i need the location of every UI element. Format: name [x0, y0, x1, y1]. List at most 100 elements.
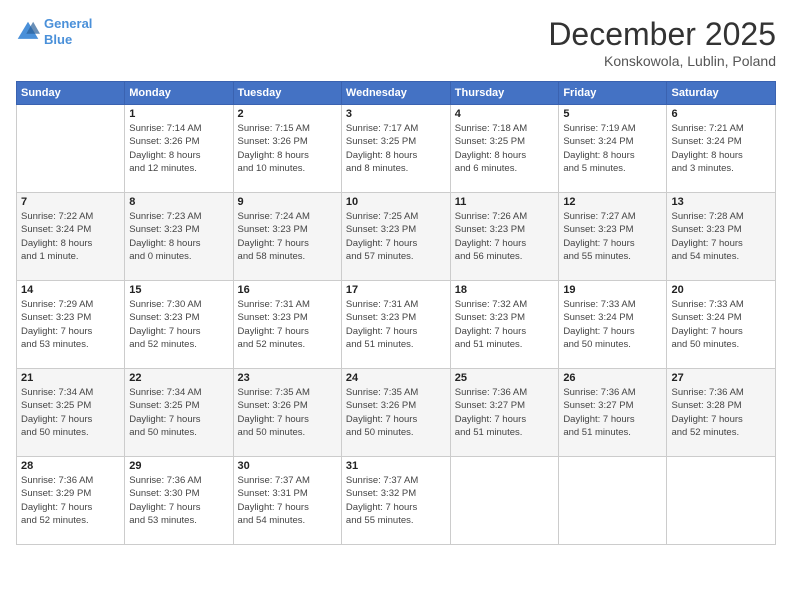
subtitle: Konskowola, Lublin, Poland — [548, 53, 776, 69]
table-row — [667, 457, 776, 545]
day-info: Sunrise: 7:24 AMSunset: 3:23 PMDaylight:… — [238, 210, 337, 263]
table-row: 14Sunrise: 7:29 AMSunset: 3:23 PMDayligh… — [17, 281, 125, 369]
logo-line1: General — [44, 16, 92, 31]
day-number: 7 — [21, 196, 120, 208]
table-row: 30 Sunrise: 7:37 AMSunset: 3:31 PMDayligh… — [233, 457, 341, 545]
table-row: 19 Sunrise: 7:33 AMSunset: 3:24 PMDayligh… — [559, 281, 667, 369]
col-saturday: Saturday — [667, 82, 776, 105]
col-wednesday: Wednesday — [341, 82, 450, 105]
table-row: 31Sunrise: 7:37 AMSunset: 3:32 PMDayligh… — [341, 457, 450, 545]
day-number: 22 — [129, 372, 228, 384]
day-number: 8 — [129, 196, 228, 208]
table-row: 15Sunrise: 7:30 AMSunset: 3:23 PMDayligh… — [125, 281, 233, 369]
day-number: 13 — [671, 196, 771, 208]
day-info: Sunrise: 7:33 AMSunset: 3:24 PMDaylight:… — [563, 298, 662, 351]
logo-line2: Blue — [44, 32, 72, 47]
day-info: Sunrise: 7:25 AMSunset: 3:23 PMDaylight:… — [346, 210, 446, 263]
day-number: 6 — [671, 108, 771, 120]
logo-text: General Blue — [44, 16, 92, 47]
table-row: 26Sunrise: 7:36 AMSunset: 3:27 PMDayligh… — [559, 369, 667, 457]
day-number: 16 — [238, 284, 337, 296]
day-number: 17 — [346, 284, 446, 296]
day-info: Sunrise: 7:28 AMSunset: 3:23 PMDaylight:… — [671, 210, 771, 263]
day-number: 29 — [129, 460, 228, 472]
table-row: 9 Sunrise: 7:24 AMSunset: 3:23 PMDaylight… — [233, 193, 341, 281]
table-row — [559, 457, 667, 545]
day-number: 14 — [21, 284, 120, 296]
day-number: 4 — [455, 108, 555, 120]
calendar-week-row: 7Sunrise: 7:22 AMSunset: 3:24 PMDaylight… — [17, 193, 776, 281]
day-info: Sunrise: 7:34 AMSunset: 3:25 PMDaylight:… — [129, 386, 228, 439]
day-number: 27 — [671, 372, 771, 384]
day-info: Sunrise: 7:31 AMSunset: 3:23 PMDaylight:… — [238, 298, 337, 351]
day-number: 11 — [455, 196, 555, 208]
calendar-table: Sunday Monday Tuesday Wednesday Thursday… — [16, 81, 776, 545]
table-row: 8 Sunrise: 7:23 AMSunset: 3:23 PMDaylight… — [125, 193, 233, 281]
day-info: Sunrise: 7:31 AMSunset: 3:23 PMDaylight:… — [346, 298, 446, 351]
logo: General Blue — [16, 16, 92, 47]
col-tuesday: Tuesday — [233, 82, 341, 105]
day-number: 15 — [129, 284, 228, 296]
day-info: Sunrise: 7:15 AMSunset: 3:26 PMDaylight:… — [238, 122, 337, 175]
calendar-week-row: 28Sunrise: 7:36 AMSunset: 3:29 PMDayligh… — [17, 457, 776, 545]
day-info: Sunrise: 7:17 AMSunset: 3:25 PMDaylight:… — [346, 122, 446, 175]
table-row: 3 Sunrise: 7:17 AMSunset: 3:25 PMDaylight… — [341, 105, 450, 193]
calendar-week-row: 14Sunrise: 7:29 AMSunset: 3:23 PMDayligh… — [17, 281, 776, 369]
day-info: Sunrise: 7:26 AMSunset: 3:23 PMDaylight:… — [455, 210, 555, 263]
logo-icon — [16, 20, 40, 44]
month-title: December 2025 — [548, 16, 776, 53]
day-number: 2 — [238, 108, 337, 120]
table-row: 17 Sunrise: 7:31 AMSunset: 3:23 PMDayligh… — [341, 281, 450, 369]
table-row: 11 Sunrise: 7:26 AMSunset: 3:23 PMDayligh… — [450, 193, 559, 281]
calendar-week-row: 1Sunrise: 7:14 AMSunset: 3:26 PMDaylight… — [17, 105, 776, 193]
calendar-header-row: Sunday Monday Tuesday Wednesday Thursday… — [17, 82, 776, 105]
table-row: 1Sunrise: 7:14 AMSunset: 3:26 PMDaylight… — [125, 105, 233, 193]
day-info: Sunrise: 7:32 AMSunset: 3:23 PMDaylight:… — [455, 298, 555, 351]
day-number: 30 — [238, 460, 337, 472]
table-row: 2 Sunrise: 7:15 AMSunset: 3:26 PMDaylight… — [233, 105, 341, 193]
day-number: 10 — [346, 196, 446, 208]
day-number: 25 — [455, 372, 555, 384]
day-number: 21 — [21, 372, 120, 384]
day-number: 20 — [671, 284, 771, 296]
table-row: 18 Sunrise: 7:32 AMSunset: 3:23 PMDayligh… — [450, 281, 559, 369]
day-info: Sunrise: 7:35 AMSunset: 3:26 PMDaylight:… — [346, 386, 446, 439]
table-row: 5 Sunrise: 7:19 AMSunset: 3:24 PMDaylight… — [559, 105, 667, 193]
day-number: 24 — [346, 372, 446, 384]
table-row: 29Sunrise: 7:36 AMSunset: 3:30 PMDayligh… — [125, 457, 233, 545]
day-info: Sunrise: 7:37 AMSunset: 3:31 PMDaylight:… — [238, 474, 337, 527]
table-row: 23 Sunrise: 7:35 AMSunset: 3:26 PMDayligh… — [233, 369, 341, 457]
day-number: 31 — [346, 460, 446, 472]
day-number: 9 — [238, 196, 337, 208]
day-info: Sunrise: 7:21 AMSunset: 3:24 PMDaylight:… — [671, 122, 771, 175]
col-sunday: Sunday — [17, 82, 125, 105]
table-row: 27Sunrise: 7:36 AMSunset: 3:28 PMDayligh… — [667, 369, 776, 457]
day-info: Sunrise: 7:23 AMSunset: 3:23 PMDaylight:… — [129, 210, 228, 263]
table-row: 13 Sunrise: 7:28 AMSunset: 3:23 PMDayligh… — [667, 193, 776, 281]
table-row: 10 Sunrise: 7:25 AMSunset: 3:23 PMDayligh… — [341, 193, 450, 281]
day-info: Sunrise: 7:14 AMSunset: 3:26 PMDaylight:… — [129, 122, 228, 175]
day-info: Sunrise: 7:18 AMSunset: 3:25 PMDaylight:… — [455, 122, 555, 175]
col-thursday: Thursday — [450, 82, 559, 105]
day-number: 19 — [563, 284, 662, 296]
page: General Blue December 2025 Konskowola, L… — [0, 0, 792, 612]
table-row: 6 Sunrise: 7:21 AMSunset: 3:24 PMDaylight… — [667, 105, 776, 193]
day-number: 3 — [346, 108, 446, 120]
table-row — [17, 105, 125, 193]
day-number: 23 — [238, 372, 337, 384]
table-row — [450, 457, 559, 545]
day-number: 5 — [563, 108, 662, 120]
day-info: Sunrise: 7:19 AMSunset: 3:24 PMDaylight:… — [563, 122, 662, 175]
day-number: 28 — [21, 460, 120, 472]
col-monday: Monday — [125, 82, 233, 105]
day-number: 18 — [455, 284, 555, 296]
calendar-week-row: 21 Sunrise: 7:34 AMSunset: 3:25 PMDayligh… — [17, 369, 776, 457]
day-info: Sunrise: 7:33 AMSunset: 3:24 PMDaylight:… — [671, 298, 771, 351]
day-info: Sunrise: 7:34 AMSunset: 3:25 PMDaylight:… — [21, 386, 120, 439]
table-row: 4 Sunrise: 7:18 AMSunset: 3:25 PMDaylight… — [450, 105, 559, 193]
day-info: Sunrise: 7:35 AMSunset: 3:26 PMDaylight:… — [238, 386, 337, 439]
table-row: 25Sunrise: 7:36 AMSunset: 3:27 PMDayligh… — [450, 369, 559, 457]
day-number: 12 — [563, 196, 662, 208]
title-block: December 2025 Konskowola, Lublin, Poland — [548, 16, 776, 69]
col-friday: Friday — [559, 82, 667, 105]
